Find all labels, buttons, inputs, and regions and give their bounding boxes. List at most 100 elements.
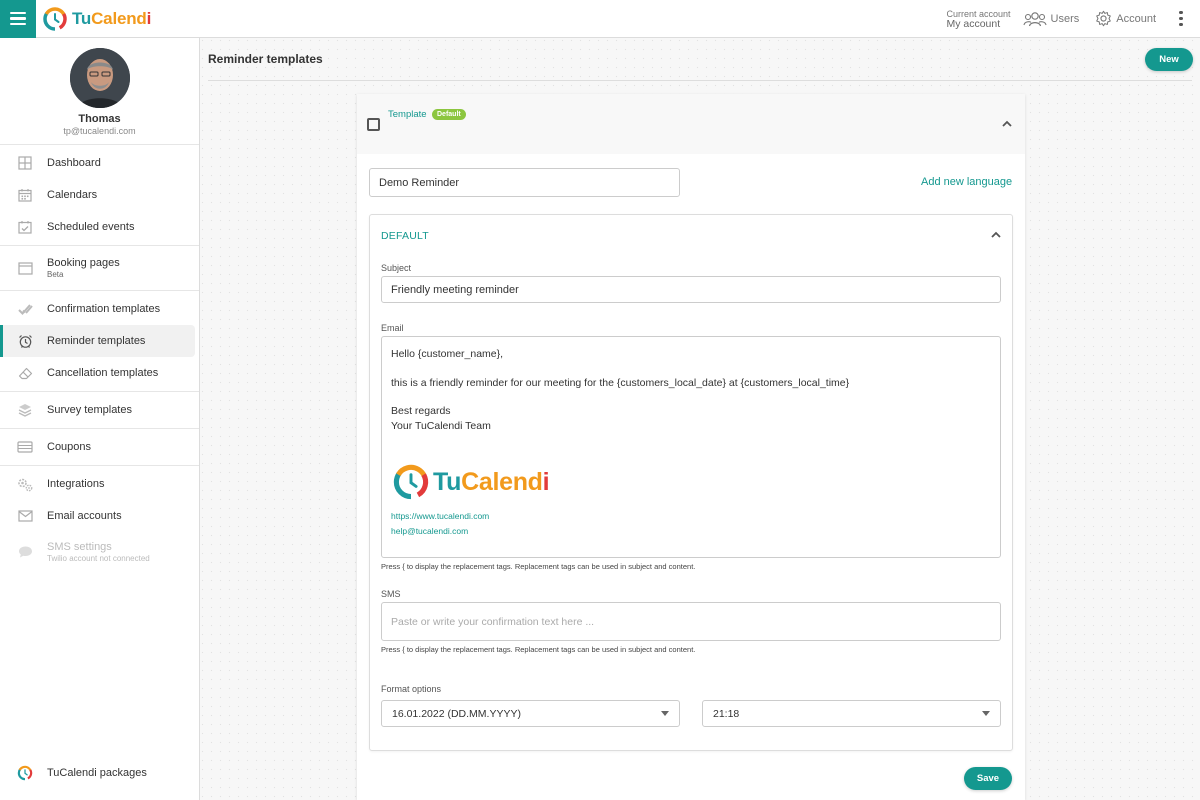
tucalendi-logo-icon xyxy=(393,464,429,500)
account-label: Account xyxy=(1116,12,1156,25)
email-logo: TuCalendi xyxy=(392,463,991,501)
sidebar-item-label: Cancellation templates xyxy=(47,367,159,379)
ticket-icon xyxy=(17,439,33,455)
users-icon xyxy=(1022,11,1047,26)
subject-label: Subject xyxy=(381,263,412,273)
language-section: DEFAULT Subject Friendly meeting reminde… xyxy=(369,214,1013,751)
new-template-button[interactable]: New xyxy=(1145,48,1193,71)
user-name: Thomas xyxy=(78,113,121,125)
format-options-label: Format options xyxy=(381,684,442,694)
sidebar-item-label: Coupons xyxy=(47,441,92,453)
website-link[interactable]: https://www.tucalendi.com xyxy=(391,509,991,524)
sidebar-item-calendars[interactable]: Calendars xyxy=(0,179,195,211)
template-label: Template xyxy=(388,109,427,120)
template-name-input[interactable]: Demo Reminder xyxy=(369,168,680,197)
template-card: Template Default Demo Reminder Add new l… xyxy=(357,94,1025,800)
date-format-value: 16.01.2022 (DD.MM.YYYY) xyxy=(392,707,521,720)
menu-icon xyxy=(10,11,26,15)
hamburger-menu-button[interactable] xyxy=(0,0,36,38)
browser-window-icon xyxy=(17,260,33,276)
calendar-icon xyxy=(17,187,33,203)
sidebar-item-label: Reminder templates xyxy=(47,335,146,347)
users-label: Users xyxy=(1050,12,1080,25)
sidebar-item-packages[interactable]: TuCalendi packages xyxy=(0,758,147,788)
email-greeting: Hello {customer_name}, xyxy=(391,348,504,360)
sidebar-item-label: Survey templates xyxy=(47,404,132,416)
sidebar-item-confirmation-templates[interactable]: Confirmation templates xyxy=(0,293,195,325)
template-checkbox[interactable] xyxy=(367,118,380,131)
sidebar-item-reminder-templates[interactable]: Reminder templates xyxy=(0,325,195,357)
sidebar-item-label: Calendars xyxy=(47,189,98,201)
account-button[interactable]: Account xyxy=(1095,10,1156,27)
calendar-check-icon xyxy=(17,219,33,235)
chevron-up-icon[interactable] xyxy=(990,229,1002,241)
user-email: tp@tucalendi.com xyxy=(63,126,136,136)
subject-input[interactable]: Friendly meeting reminder xyxy=(381,276,1001,303)
email-editor[interactable]: Hello {customer_name}, this is a friendl… xyxy=(381,336,1001,558)
chevron-up-icon[interactable] xyxy=(1001,118,1013,130)
sidebar-item-booking-pages[interactable]: Booking pages Beta xyxy=(0,248,195,288)
sms-label: SMS xyxy=(381,589,401,599)
default-badge: Default xyxy=(432,109,466,120)
email-closing: Best regards xyxy=(391,405,451,417)
email-hint-text: Press { to display the replacement tags.… xyxy=(381,562,696,571)
current-account-value: My account xyxy=(946,17,1001,30)
email-body-line: this is a friendly reminder for our meet… xyxy=(391,376,850,389)
date-format-select[interactable]: 16.01.2022 (DD.MM.YYYY) xyxy=(381,700,680,727)
envelope-icon xyxy=(17,508,33,524)
time-format-select[interactable]: 21:18 xyxy=(702,700,1001,727)
sidebar-item-label: Scheduled events xyxy=(47,221,135,233)
tucalendi-logo-icon xyxy=(17,765,33,781)
help-email-link[interactable]: help@tucalendi.com xyxy=(391,524,991,539)
sidebar-item-label: Email accounts xyxy=(47,510,122,522)
user-profile[interactable]: Thomas tp@tucalendi.com xyxy=(0,38,199,145)
add-new-language-link[interactable]: Add new language xyxy=(921,176,1012,188)
sidebar-item-label: Integrations xyxy=(47,478,105,490)
more-options-icon[interactable] xyxy=(1172,10,1190,27)
users-button[interactable]: Users xyxy=(1022,11,1080,27)
layers-icon xyxy=(17,402,33,418)
sidebar-item-scheduled-events[interactable]: Scheduled events xyxy=(0,211,195,243)
sidebar-item-label: Confirmation templates xyxy=(47,303,161,315)
sidebar-item-email-accounts[interactable]: Email accounts xyxy=(0,500,195,532)
page-title: Reminder templates xyxy=(208,52,323,66)
email-signature: Your TuCalendi Team xyxy=(391,419,491,432)
app-logo[interactable]: TuCalendi xyxy=(42,6,151,32)
sms-status-text: Twilio account not connected xyxy=(47,554,150,563)
gears-icon xyxy=(17,476,33,492)
current-account-label: Current account xyxy=(946,8,1011,19)
save-button[interactable]: Save xyxy=(964,767,1012,790)
eraser-icon xyxy=(17,365,33,381)
app-name: TuCalendi xyxy=(72,8,152,28)
sidebar-item-survey-templates[interactable]: Survey templates xyxy=(0,394,195,426)
sidebar-item-integrations[interactable]: Integrations xyxy=(0,468,195,500)
sidebar-item-label: Booking pages xyxy=(47,257,120,269)
subject-value: Friendly meeting reminder xyxy=(391,283,519,296)
gear-icon xyxy=(1096,10,1112,27)
time-format-value: 21:18 xyxy=(713,707,740,720)
dropdown-arrow-icon xyxy=(982,711,990,716)
divider xyxy=(208,80,1192,81)
sms-textarea[interactable]: Paste or write your confirmation text he… xyxy=(381,602,1001,641)
dropdown-arrow-icon xyxy=(661,711,669,716)
chat-bubble-icon xyxy=(17,544,33,560)
alarm-clock-icon xyxy=(17,333,33,349)
email-logo-text: TuCalendi xyxy=(433,467,550,496)
sidebar-item-label: SMS settings xyxy=(47,541,112,553)
template-card-header[interactable]: Template Default xyxy=(357,94,1025,154)
language-title[interactable]: DEFAULT xyxy=(381,230,429,242)
beta-badge: Beta xyxy=(47,270,64,279)
double-check-icon xyxy=(17,301,33,317)
sidebar-item-cancellation-templates[interactable]: Cancellation templates xyxy=(0,357,195,389)
current-account-switcher[interactable]: Current account My account xyxy=(946,9,1010,29)
email-label: Email xyxy=(381,323,404,333)
sidebar: Thomas tp@tucalendi.com Dashboard Calend… xyxy=(0,38,200,800)
sidebar-item-sms-settings[interactable]: SMS settings Twilio account not connecte… xyxy=(0,532,195,572)
sidebar-item-label: Dashboard xyxy=(47,157,101,169)
sidebar-item-dashboard[interactable]: Dashboard xyxy=(0,147,195,179)
sidebar-item-coupons[interactable]: Coupons xyxy=(0,431,195,463)
top-bar: TuCalendi Current account My account Use… xyxy=(0,0,1200,38)
dashboard-icon xyxy=(17,155,33,171)
avatar xyxy=(69,48,130,108)
tucalendi-logo-icon xyxy=(43,6,67,31)
